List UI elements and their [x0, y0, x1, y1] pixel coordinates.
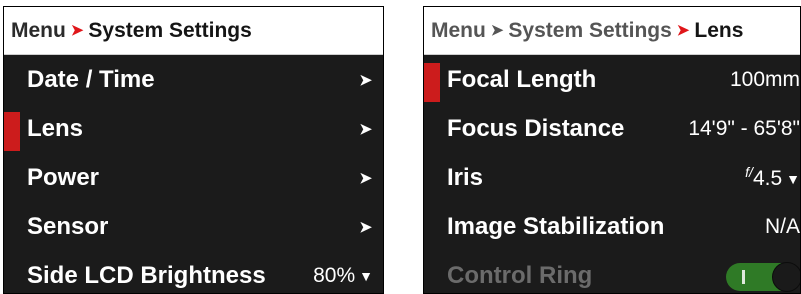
menu-item-focal-length[interactable]: Focal Length 100mm — [424, 55, 800, 104]
menu-item-label: Lens — [27, 114, 84, 142]
menu-item-power[interactable]: Power ➤ — [4, 153, 383, 202]
chevron-right-icon: ➤ — [359, 218, 372, 236]
chevron-right-icon: ➤ — [359, 120, 372, 138]
brightness-value-text: 80% — [313, 263, 356, 287]
menu-item-date-time[interactable]: Date / Time ➤ — [4, 55, 383, 104]
menu-item-sensor[interactable]: Sensor ➤ — [4, 202, 383, 251]
menu-item-side-lcd-brightness[interactable]: Side LCD Brightness 80% ▼ — [4, 251, 383, 293]
breadcrumb-system-settings[interactable]: System Settings — [508, 19, 671, 43]
brightness-value[interactable]: 80% ▼ — [313, 264, 373, 288]
menu-item-label: Sensor — [27, 212, 109, 240]
breadcrumb-menu[interactable]: Menu — [431, 19, 486, 43]
breadcrumb-menu[interactable]: Menu — [11, 19, 66, 43]
breadcrumb: Menu ➤ System Settings — [4, 7, 383, 55]
menu-item-label: Power — [27, 163, 100, 191]
iris-value[interactable]: f/4.5 ▼ — [745, 164, 800, 191]
breadcrumb-separator-icon: ➤ — [490, 21, 504, 39]
toggle-knob — [772, 262, 800, 292]
lens-settings-panel: Menu ➤ System Settings ➤ Lens Focal Leng… — [423, 6, 801, 294]
menu-item-control-ring: Control Ring — [424, 251, 800, 293]
menu-item-label: Date / Time — [27, 65, 155, 93]
caret-down-icon: ▼ — [786, 171, 800, 187]
iris-value-text: 4.5 — [752, 167, 783, 190]
control-ring-toggle[interactable] — [726, 262, 800, 292]
menu-item-label: Control Ring — [447, 261, 593, 289]
toggle-on-indicator-icon — [742, 270, 745, 284]
menu-item-label: Side LCD Brightness — [27, 261, 266, 289]
chevron-right-icon: ➤ — [359, 71, 372, 89]
chevron-right-icon: ➤ — [359, 169, 372, 187]
menu-item-label: Focal Length — [447, 65, 597, 93]
focal-length-value: 100mm — [729, 67, 800, 91]
menu-item-label: Image Stabilization — [447, 212, 665, 240]
menu-item-label: Focus Distance — [447, 114, 625, 142]
system-settings-panel: Menu ➤ System Settings Date / Time ➤ Len… — [3, 6, 384, 294]
menu-item-label: Iris — [447, 163, 484, 191]
menu-item-iris[interactable]: Iris f/4.5 ▼ — [424, 153, 800, 202]
iris-f-prefix: f/ — [745, 164, 753, 180]
menu-item-focus-distance[interactable]: Focus Distance 14'9" - 65'8" — [424, 104, 800, 153]
breadcrumb-separator-icon: ➤ — [676, 21, 690, 39]
breadcrumb-current: Lens — [694, 18, 744, 42]
menu-item-image-stabilization[interactable]: Image Stabilization N/A — [424, 202, 800, 251]
caret-down-icon: ▼ — [359, 267, 373, 284]
breadcrumb-separator-icon: ➤ — [70, 21, 84, 39]
image-stabilization-value: N/A — [764, 214, 800, 238]
breadcrumb: Menu ➤ System Settings ➤ Lens — [424, 7, 800, 55]
focus-distance-value: 14'9" - 65'8" — [688, 116, 800, 140]
menu-item-lens[interactable]: Lens ➤ — [4, 104, 383, 153]
breadcrumb-current: System Settings — [88, 18, 252, 42]
